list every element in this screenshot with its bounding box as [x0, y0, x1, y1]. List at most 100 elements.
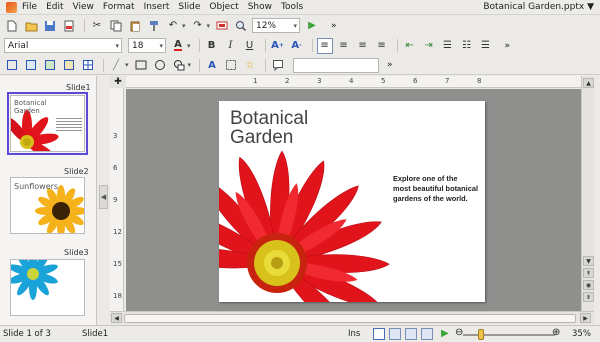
zoom-dropdown-icon[interactable]: ▾ — [294, 22, 298, 30]
align-left-icon[interactable]: ≡ — [316, 37, 333, 54]
symbol-icon[interactable] — [223, 57, 239, 73]
slide-body-text[interactable]: Explore one of the most beautiful botani… — [393, 174, 481, 204]
format-painter-icon[interactable] — [146, 18, 162, 34]
menu-file[interactable]: File — [22, 2, 37, 12]
picture-frame-icon[interactable] — [42, 57, 58, 73]
slide-1[interactable]: Botanical Garden Explore one of the most… — [219, 101, 485, 302]
font-color-dropdown-icon[interactable]: ▾ — [187, 42, 191, 50]
star-icon[interactable]: ☆ — [242, 57, 258, 73]
slide-sorter-icon[interactable] — [421, 328, 433, 340]
previous-slide-icon[interactable]: ⇞ — [583, 268, 594, 278]
vertical-ruler[interactable]: 3 6 9 12 15 18 — [110, 88, 124, 311]
vertical-scrollbar[interactable]: ▲ ▼ ⇞ ◉ ⇟ — [581, 76, 594, 311]
demote-icon[interactable]: ⇥ — [421, 38, 437, 54]
menu-edit[interactable]: Edit — [46, 2, 63, 12]
justify-icon[interactable]: ≡ — [374, 38, 390, 54]
grow-font-icon[interactable]: A + — [270, 38, 286, 54]
slide-canvas[interactable]: Botanical Garden Explore one of the most… — [126, 89, 581, 311]
slide-thumbnail-2[interactable]: Sunflowers — [10, 177, 85, 234]
slide-thumbnail-1[interactable]: Botanical Garden — [7, 92, 88, 155]
scroll-down-icon[interactable]: ▼ — [583, 256, 594, 266]
select-frame-icon[interactable] — [4, 57, 20, 73]
collapse-sidebar-button[interactable]: ◀ — [99, 185, 108, 209]
cut-icon[interactable]: ✂ — [89, 18, 105, 34]
scroll-up-icon[interactable]: ▲ — [583, 78, 594, 88]
bullets-icon[interactable]: ☰ — [440, 38, 456, 54]
undo-dropdown-icon[interactable]: ▾ — [182, 22, 186, 30]
slide-show-icon[interactable] — [214, 18, 230, 34]
horizontal-scroll-thumb[interactable] — [124, 314, 576, 323]
zoom-out-icon[interactable]: ⊖ — [455, 327, 463, 338]
slide-title[interactable]: Botanical Garden — [230, 109, 308, 147]
navigator-icon[interactable]: ◉ — [583, 280, 594, 290]
promote-icon[interactable]: ⇤ — [402, 38, 418, 54]
outline-icon[interactable]: ☰ — [478, 38, 494, 54]
align-right-icon[interactable]: ≡ — [355, 38, 371, 54]
redo-dropdown-icon[interactable]: ▾ — [207, 22, 211, 30]
menu-format[interactable]: Format — [103, 2, 135, 12]
shapes-icon[interactable] — [171, 57, 187, 73]
new-document-icon[interactable] — [4, 18, 20, 34]
italic-icon[interactable]: I — [223, 38, 239, 54]
menu-show[interactable]: Show — [248, 2, 272, 12]
document-title[interactable]: Botanical Garden.pptx ▼ — [483, 2, 594, 12]
menu-object[interactable]: Object — [209, 2, 238, 12]
redo-icon[interactable]: ↷ — [190, 18, 206, 34]
play-icon[interactable]: ▶ — [304, 18, 320, 34]
line-dropdown-icon[interactable]: ▾ — [125, 61, 129, 69]
underline-icon[interactable]: U — [242, 38, 258, 54]
horizontal-ruler[interactable]: 1 2 3 4 5 6 7 8 — [126, 76, 581, 88]
next-slide-icon[interactable]: ⇟ — [583, 292, 594, 302]
copy-icon[interactable] — [108, 18, 124, 34]
shapes-dropdown-icon[interactable]: ▾ — [188, 61, 192, 69]
paste-icon[interactable] — [127, 18, 143, 34]
menu-view[interactable]: View — [73, 2, 94, 12]
zoom-icon[interactable] — [233, 18, 249, 34]
slide-thumbnail-3[interactable] — [10, 259, 85, 316]
zoom-slider-track[interactable] — [463, 334, 555, 336]
search-field[interactable] — [293, 57, 380, 73]
bold-icon[interactable]: B — [204, 38, 220, 54]
table-frame-icon[interactable] — [80, 57, 96, 73]
open-folder-icon[interactable] — [23, 18, 39, 34]
text-art-icon[interactable]: A — [204, 57, 220, 73]
outline-view-icon[interactable] — [389, 328, 401, 340]
align-center-icon[interactable]: ≡ — [336, 38, 352, 54]
undo-icon[interactable]: ↶ — [165, 18, 181, 34]
comment-icon[interactable] — [270, 57, 286, 73]
zoom-percent-status[interactable]: 35% — [572, 329, 591, 339]
zoom-slider-thumb[interactable] — [478, 329, 484, 340]
ruler-tick-label: 12 — [113, 228, 122, 236]
shrink-font-icon[interactable]: A- — [289, 38, 305, 54]
toolbar-separator — [103, 58, 104, 72]
chart-frame-icon[interactable] — [61, 57, 77, 73]
start-show-icon[interactable]: ▶ — [441, 328, 449, 339]
font-name-dropdown-icon[interactable]: ▾ — [115, 42, 119, 50]
font-name-field[interactable]: Arial ▾ — [4, 38, 122, 53]
menu-tools[interactable]: Tools — [281, 2, 303, 12]
ellipse-icon[interactable] — [152, 57, 168, 73]
font-color-icon[interactable]: A — [170, 38, 186, 54]
scroll-left-icon[interactable]: ◀ — [111, 313, 122, 323]
insert-mode-status[interactable]: Ins — [348, 329, 360, 339]
numbering-icon[interactable]: ☷ — [459, 38, 475, 54]
save-icon[interactable] — [42, 18, 58, 34]
toolbar-overflow-icon[interactable]: » — [331, 21, 337, 31]
notes-view-icon[interactable] — [405, 328, 417, 340]
line-icon[interactable]: ╱ — [108, 57, 124, 73]
font-size-field[interactable]: 18 ▾ — [128, 38, 166, 53]
scroll-right-icon[interactable]: ▶ — [580, 313, 591, 323]
zoom-field[interactable]: 12% ▾ — [252, 18, 301, 33]
horizontal-scrollbar[interactable]: ◀ ▶ — [110, 311, 594, 324]
rectangle-icon[interactable] — [133, 57, 149, 73]
zoom-in-icon[interactable]: ⊕ — [552, 327, 560, 338]
export-pdf-icon[interactable] — [61, 18, 77, 34]
ruler-corner[interactable]: ✚ — [110, 76, 126, 88]
menu-insert[interactable]: Insert — [144, 2, 170, 12]
normal-view-icon[interactable] — [373, 328, 385, 340]
toolbar-overflow-icon[interactable]: » — [387, 60, 393, 70]
toolbar-overflow-icon[interactable]: » — [505, 41, 511, 51]
font-size-dropdown-icon[interactable]: ▾ — [159, 42, 163, 50]
text-frame-icon[interactable] — [23, 57, 39, 73]
menu-slide[interactable]: Slide — [178, 2, 200, 12]
